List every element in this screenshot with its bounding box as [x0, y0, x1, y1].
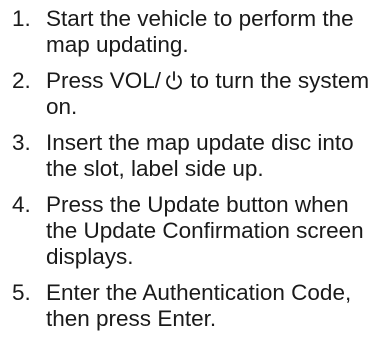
step-number: 5.: [12, 280, 31, 305]
step-text: Enter the Authentication Code, then pres…: [46, 280, 352, 331]
step-number: 3.: [12, 130, 31, 155]
step-text: Insert the map update disc into the slot…: [46, 130, 354, 181]
step-item-3: 3. Insert the map update disc into the s…: [0, 130, 389, 182]
step-number: 4.: [12, 192, 31, 217]
step-number: 2.: [12, 68, 31, 93]
power-icon: [165, 70, 183, 90]
step-item-2: 2. Press VOL/ to turn the system on.: [0, 68, 389, 120]
step-item-1: 1. Start the vehicle to perform the map …: [0, 6, 389, 58]
step-text-before: Press VOL/: [46, 68, 162, 93]
step-text: Start the vehicle to perform the map upd…: [46, 6, 354, 57]
step-item-4: 4. Press the Update button when the Upda…: [0, 192, 389, 270]
step-number: 1.: [12, 6, 31, 31]
step-item-5: 5. Enter the Authentication Code, then p…: [0, 280, 389, 332]
step-text: Press the Update button when the Update …: [46, 192, 364, 269]
instruction-list: 1. Start the vehicle to perform the map …: [0, 6, 389, 332]
